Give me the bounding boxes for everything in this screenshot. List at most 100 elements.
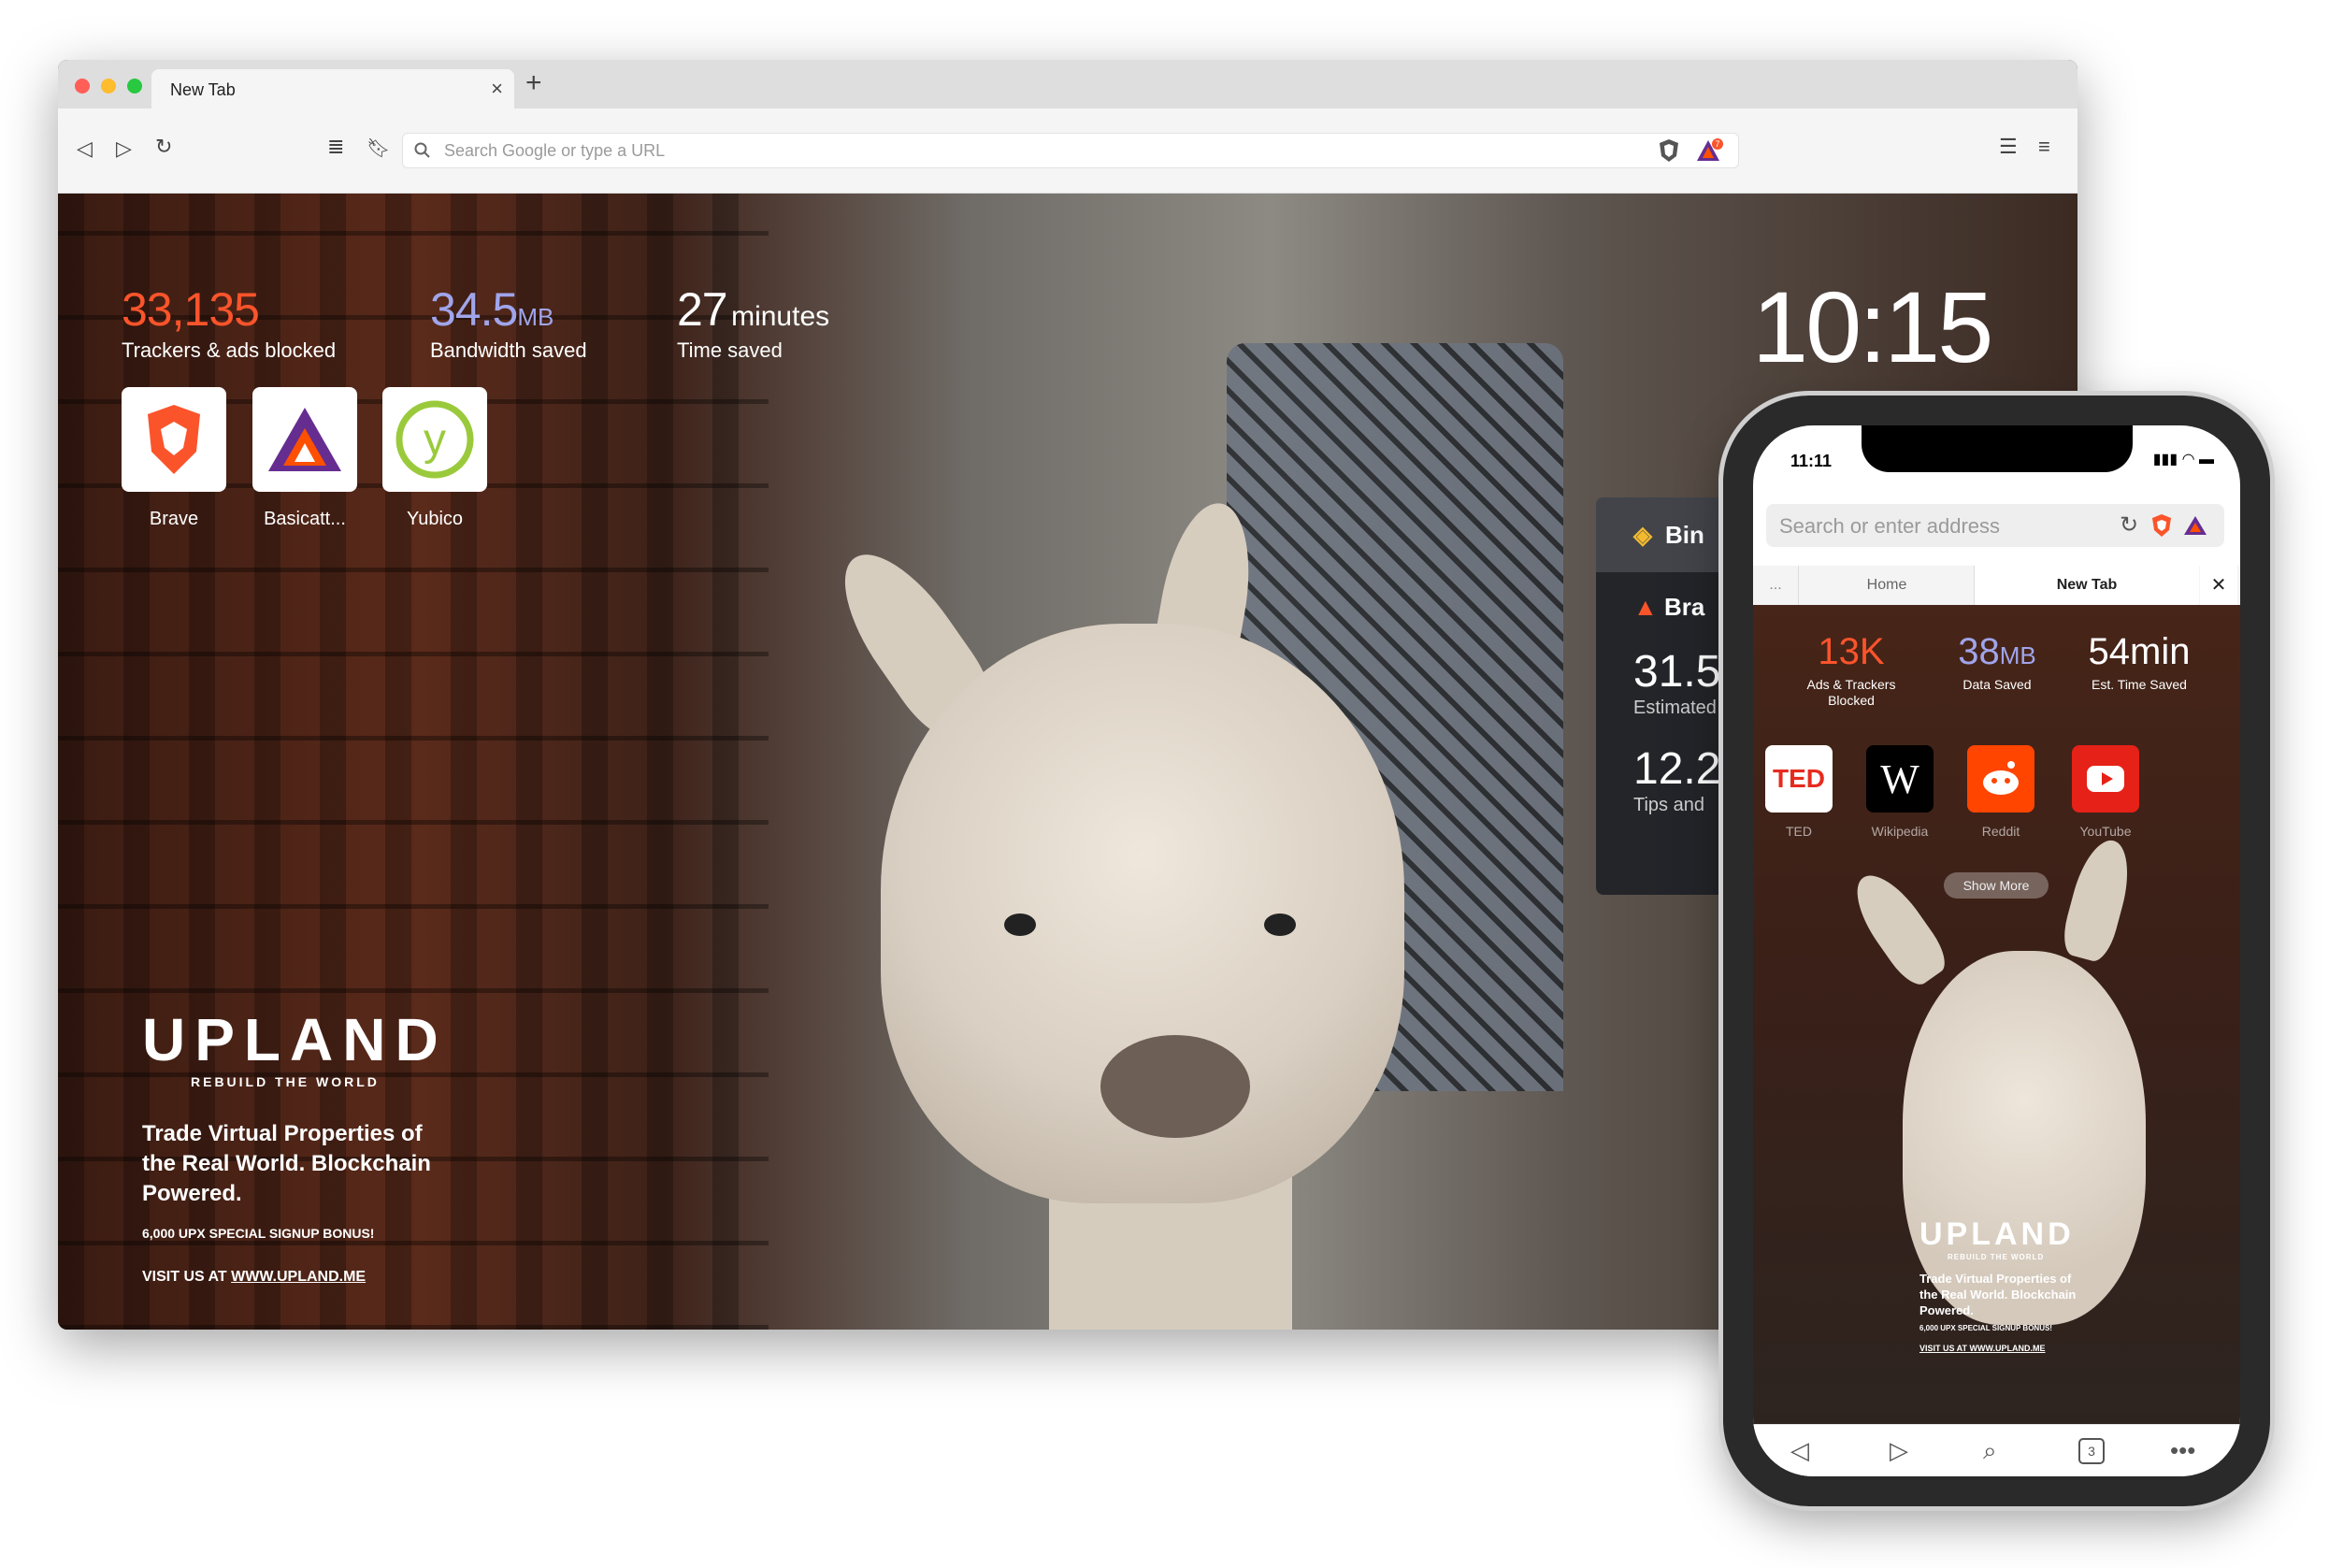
top-site-basicattention[interactable]: Basicatt... xyxy=(252,387,357,530)
top-site-label: Yubico xyxy=(406,509,464,529)
mobile-new-tab-page: 13K Ads & Trackers Blocked 38MB Data Sav… xyxy=(1753,605,2240,1424)
back-icon[interactable]: ◁ xyxy=(77,137,93,161)
tab-title: New Tab xyxy=(170,80,236,99)
status-time: 11:11 xyxy=(1790,452,1833,470)
yubico-icon: y xyxy=(395,400,474,479)
tabs-count-button[interactable]: 3 xyxy=(2078,1438,2105,1464)
rewards-count: 7 xyxy=(1715,139,1719,149)
tab-new-tab[interactable]: New Tab xyxy=(1974,566,2199,605)
tab-overflow[interactable]: ... xyxy=(1753,566,1798,605)
top-site-tile: y xyxy=(382,387,487,492)
forward-icon[interactable]: ▷ xyxy=(1890,1436,1908,1465)
sponsored-image-ad[interactable]: UPLAND REBUILD THE WORLD Trade Virtual P… xyxy=(142,1005,448,1286)
new-tab-button[interactable]: + xyxy=(525,69,542,97)
mobile-stat-ads-blocked: 13K Ads & Trackers Blocked xyxy=(1790,631,1912,709)
mobile-address-input[interactable] xyxy=(1777,504,2118,549)
phone-screen: 11:11 ▮▮▮ ◠ ▬ ↻ ... Home New Tab ✕ xyxy=(1753,425,2240,1476)
tab-new-tab[interactable]: New Tab × xyxy=(151,69,514,108)
sponsor-logo: UPLAND xyxy=(1919,1216,2075,1252)
sponsor-logo: UPLAND xyxy=(142,1006,448,1073)
playlist-icon[interactable]: ☰ xyxy=(1999,135,2018,159)
address-bar[interactable]: 7 xyxy=(402,133,1739,168)
svg-text:y: y xyxy=(424,415,446,465)
stat-label: Bandwidth saved xyxy=(430,338,587,362)
sponsor-link[interactable]: WWW.UPLAND.ME xyxy=(231,1269,366,1285)
sponsor-link[interactable]: VISIT US AT WWW.UPLAND.ME xyxy=(1919,1344,2078,1353)
mobile-sponsored-ad[interactable]: UPLAND REBUILD THE WORLD Trade Virtual P… xyxy=(1919,1216,2078,1353)
stat-label: Est. Time Saved xyxy=(2092,677,2187,692)
stat-time-saved: 27 minutes Time saved xyxy=(677,282,829,363)
signal-icon: ▮▮▮ xyxy=(2152,452,2178,468)
browser-toolbar: ◁ ▷ ↻ ≣ 🔖︎ 7 ☰ ≡ xyxy=(58,108,2077,194)
search-icon xyxy=(414,142,430,158)
stat-unit: minutes xyxy=(731,301,830,332)
reader-view-icon[interactable]: ≣ xyxy=(327,135,344,159)
top-site-label: Reddit xyxy=(1981,824,2020,839)
address-input[interactable] xyxy=(442,134,1605,167)
show-more-button[interactable]: Show More xyxy=(1944,872,2049,899)
mobile-phone: 11:11 ▮▮▮ ◠ ▬ ↻ ... Home New Tab ✕ xyxy=(1723,396,2270,1506)
mobile-tab-bar: ... Home New Tab ✕ xyxy=(1753,566,2240,606)
tab-close-button[interactable]: × xyxy=(491,77,503,101)
bat-icon: ▲ xyxy=(1633,593,1658,621)
tab-close-button[interactable]: ✕ xyxy=(2200,566,2237,605)
stat-label: Ads & Trackers Blocked xyxy=(1806,677,1896,708)
mobile-top-site-wikipedia[interactable]: W Wikipedia xyxy=(1858,745,1942,839)
alpaca-ear-left xyxy=(1842,863,1954,992)
tab-home[interactable]: Home xyxy=(1798,566,1975,605)
sponsor-link-row: VISIT US AT WWW.UPLAND.ME xyxy=(142,1269,448,1286)
mobile-top-site-reddit[interactable]: Reddit xyxy=(1959,745,2043,839)
reddit-icon xyxy=(1967,745,2034,813)
minimize-window-button[interactable] xyxy=(101,79,116,94)
ted-icon: TED xyxy=(1765,745,1833,813)
mobile-address-bar[interactable]: ↻ xyxy=(1766,504,2224,549)
more-menu-icon[interactable]: ••• xyxy=(2170,1436,2195,1465)
top-site-label: TED xyxy=(1786,824,1812,839)
sponsor-bonus: 6,000 UPX SPECIAL SIGNUP BONUS! xyxy=(142,1226,375,1241)
brave-rewards-icon[interactable] xyxy=(2183,515,2207,536)
menu-icon[interactable]: ≡ xyxy=(2038,135,2050,159)
brave-lion-icon xyxy=(148,405,200,474)
alpaca-nose xyxy=(1100,1035,1250,1138)
top-site-brave[interactable]: Brave xyxy=(122,387,226,530)
close-window-button[interactable] xyxy=(75,79,90,94)
top-site-tile xyxy=(252,387,357,492)
stat-value: 27 xyxy=(677,283,728,336)
brave-shields-icon[interactable] xyxy=(1658,138,1680,163)
stat-unit: MB xyxy=(1999,641,2036,669)
brave-shields-icon[interactable] xyxy=(2151,513,2172,538)
brave-rewards-icon[interactable]: 7 xyxy=(1695,138,1723,163)
sponsor-tagline: REBUILD THE WORLD xyxy=(191,1074,380,1089)
stat-value: 38 xyxy=(1958,631,2000,672)
top-site-label: YouTube xyxy=(2079,824,2132,839)
stat-bandwidth-saved: 34.5MB Bandwidth saved xyxy=(430,282,587,363)
alpaca-eye-left xyxy=(1004,913,1036,936)
stat-label: Time saved xyxy=(677,338,783,362)
stat-trackers-blocked: 33,135 Trackers & ads blocked xyxy=(122,282,336,363)
maximize-window-button[interactable] xyxy=(127,79,142,94)
top-site-label: Basicatt... xyxy=(264,509,346,529)
mobile-top-site-youtube[interactable]: YouTube xyxy=(2063,745,2148,839)
clock: 10:15 xyxy=(1752,270,1993,383)
sponsor-headline: Trade Virtual Properties of the Real Wor… xyxy=(142,1121,431,1206)
wikipedia-icon: W xyxy=(1866,745,1934,813)
widget-header-label: Bin xyxy=(1665,520,1704,549)
mobile-top-site-ted[interactable]: TED TED xyxy=(1757,745,1841,839)
top-site-yubico[interactable]: y Yubico xyxy=(382,387,487,530)
mobile-stat-time-saved: 54min Est. Time Saved xyxy=(2078,631,2200,693)
status-icons: ▮▮▮ ◠ ▬ xyxy=(2153,450,2214,468)
stat-value: 33,135 xyxy=(122,283,260,336)
forward-icon[interactable]: ▷ xyxy=(116,137,132,161)
tab-strip: New Tab × + xyxy=(58,60,2077,108)
top-site-tile xyxy=(122,387,226,492)
back-icon[interactable]: ◁ xyxy=(1790,1436,1809,1465)
stat-value: 34.5 xyxy=(430,283,518,336)
top-site-label: Wikipedia xyxy=(1871,824,1929,839)
reload-icon[interactable]: ↻ xyxy=(2120,511,2138,539)
bookmark-icon[interactable]: 🔖︎ xyxy=(367,137,390,160)
battery-icon: ▬ xyxy=(2199,452,2214,468)
search-icon[interactable]: ⌕ xyxy=(1983,1436,1997,1466)
alpaca-eye-right xyxy=(1264,913,1296,936)
reload-icon[interactable]: ↻ xyxy=(155,135,172,159)
stat-value: 54min xyxy=(2088,631,2191,672)
